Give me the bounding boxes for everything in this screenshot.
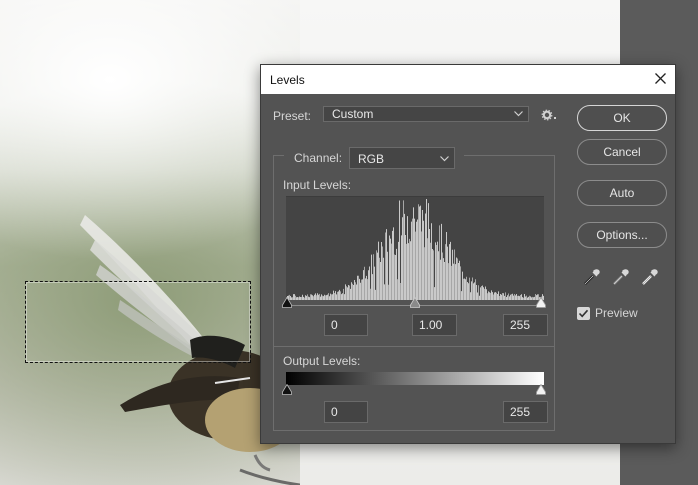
output-white-field[interactable]: 255 xyxy=(503,401,548,423)
section-divider xyxy=(273,346,555,347)
histogram xyxy=(286,196,544,300)
preset-value: Custom xyxy=(332,107,374,121)
channel-label: Channel: xyxy=(294,151,343,165)
checkmark-icon xyxy=(578,309,589,318)
cancel-button[interactable]: Cancel xyxy=(577,139,667,165)
preview-label: Preview xyxy=(595,306,638,320)
output-gradient-bar xyxy=(286,372,544,385)
auto-button[interactable]: Auto xyxy=(577,180,667,206)
input-levels-label: Input Levels: xyxy=(283,178,352,192)
input-gamma-slider[interactable] xyxy=(410,297,420,308)
output-black-slider[interactable] xyxy=(282,384,292,395)
dialog-titlebar[interactable]: Levels xyxy=(261,65,675,94)
options-button[interactable]: Options... xyxy=(577,222,667,248)
dialog-title: Levels xyxy=(270,73,305,87)
output-levels-label: Output Levels: xyxy=(283,354,361,368)
input-black-slider[interactable] xyxy=(282,297,292,308)
preset-dropdown[interactable]: Custom xyxy=(323,106,529,122)
input-gamma-field[interactable]: 1.00 xyxy=(412,314,457,336)
black-eyedropper-icon[interactable] xyxy=(583,268,601,286)
close-icon xyxy=(655,73,666,84)
chevron-down-icon xyxy=(514,111,523,117)
chevron-down-icon xyxy=(440,156,449,162)
close-button[interactable] xyxy=(645,65,675,94)
gear-icon[interactable] xyxy=(541,109,557,121)
output-black-field[interactable]: 0 xyxy=(324,401,368,423)
channel-value: RGB xyxy=(358,152,385,166)
selection-marquee[interactable] xyxy=(25,281,251,363)
white-eyedropper-icon[interactable] xyxy=(641,268,659,286)
ok-button[interactable]: OK xyxy=(577,105,667,131)
input-white-field[interactable]: 255 xyxy=(503,314,548,336)
output-white-slider[interactable] xyxy=(536,384,546,395)
gray-eyedropper-icon[interactable] xyxy=(612,268,630,286)
preview-checkbox[interactable] xyxy=(577,307,590,320)
channel-dropdown[interactable]: RGB xyxy=(349,147,455,169)
input-white-slider[interactable] xyxy=(536,297,546,308)
preset-label: Preset: xyxy=(273,109,312,123)
bird-photo xyxy=(80,215,300,485)
levels-dialog: Levels Preset: Custom OK Cancel Auto Opt… xyxy=(260,64,676,444)
input-black-field[interactable]: 0 xyxy=(324,314,368,336)
